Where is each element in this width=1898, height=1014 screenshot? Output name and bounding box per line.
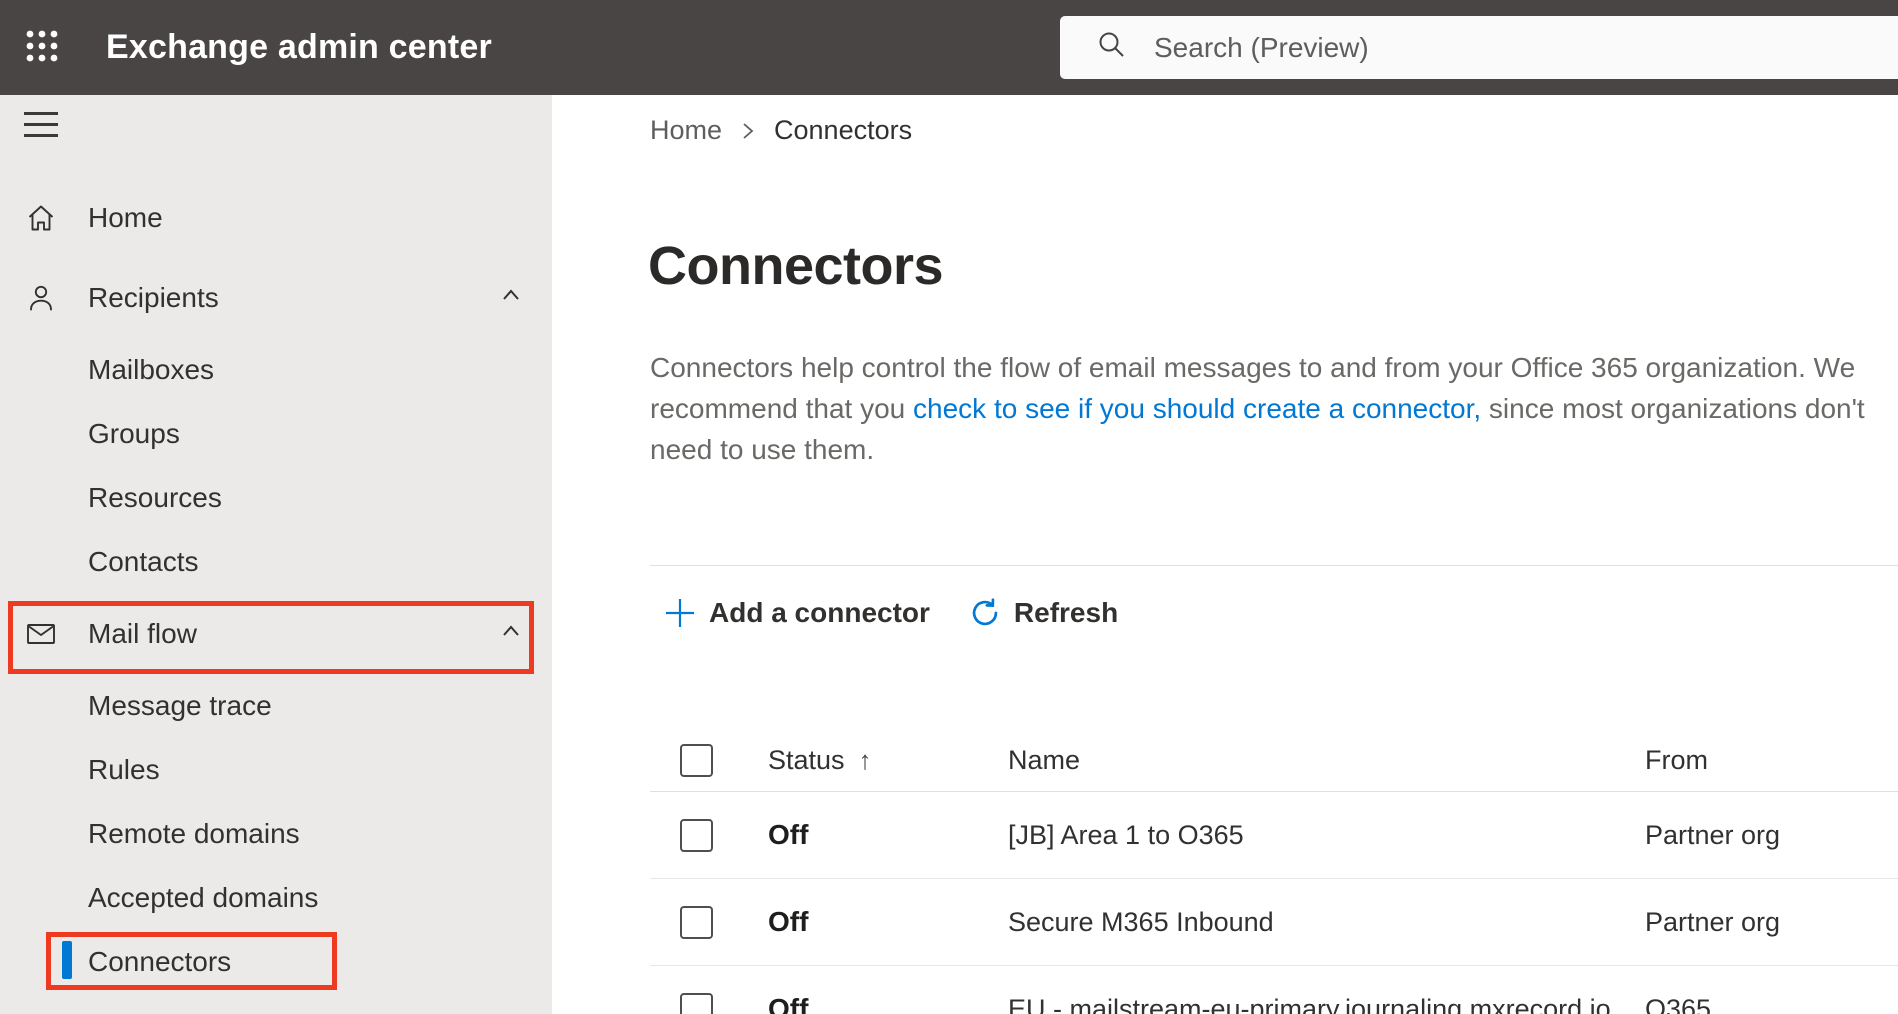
sidebar-item-message-trace[interactable]: Message trace (0, 674, 552, 738)
cell-from: O365 (1645, 993, 1712, 1014)
sort-ascending-icon: ↑ (858, 745, 872, 775)
cell-name: EU - mailstream-eu-primary.journaling.mx… (1008, 993, 1611, 1014)
sidebar-item-recipients[interactable]: Recipients (0, 266, 552, 330)
cell-name: Secure M365 Inbound (1008, 906, 1274, 937)
sidebar-nav-list: Home Recipients Mailboxes Groups Resourc… (0, 186, 552, 994)
refresh-icon (968, 596, 1002, 630)
cell-from: Partner org (1645, 819, 1781, 850)
command-bar: Add a connector Refresh (650, 585, 1118, 641)
create-connector-link[interactable]: check to see if you should create a conn… (913, 393, 1481, 424)
nav-collapse-button[interactable] (24, 112, 58, 137)
row-checkbox[interactable] (680, 818, 713, 852)
sidebar-item-connectors[interactable]: Connectors (0, 930, 552, 994)
column-header-name[interactable]: Name (1008, 745, 1645, 776)
chevron-up-icon[interactable] (498, 618, 524, 651)
home-icon (24, 201, 58, 235)
app-launcher-button[interactable] (10, 16, 74, 80)
sidebar-item-label: Remote domains (88, 818, 300, 849)
breadcrumb-home-link[interactable]: Home (650, 115, 722, 146)
cell-name: [JB] Area 1 to O365 (1008, 819, 1244, 850)
main-content: Home Connectors Connectors Connectors he… (552, 95, 1898, 1014)
plus-icon (663, 596, 697, 630)
row-checkbox[interactable] (680, 992, 713, 1014)
refresh-button[interactable]: Refresh (968, 596, 1118, 630)
add-connector-label: Add a connector (709, 597, 930, 628)
search-placeholder: Search (Preview) (1154, 31, 1369, 63)
search-input[interactable]: Search (Preview) (1060, 16, 1898, 79)
toolbar-divider (650, 565, 1898, 566)
sidebar-item-rules[interactable]: Rules (0, 738, 552, 802)
sidebar-item-label: Contacts (88, 546, 199, 577)
person-icon (24, 281, 58, 315)
sidebar-item-label: Recipients (88, 282, 219, 313)
breadcrumb: Home Connectors (650, 115, 912, 146)
table-header: Status ↑ Name From (650, 730, 1898, 792)
table-row[interactable]: Off Secure M365 Inbound Partner org (650, 879, 1898, 966)
sidebar-item-label: Mailboxes (88, 354, 215, 385)
sidebar-item-accepted-domains[interactable]: Accepted domains (0, 866, 552, 930)
sidebar-item-label: Accepted domains (88, 882, 319, 913)
envelope-icon (24, 617, 58, 651)
sidebar-item-contacts[interactable]: Contacts (0, 530, 552, 594)
cell-status: Off (768, 993, 809, 1014)
add-connector-button[interactable]: Add a connector (663, 596, 930, 630)
column-header-status[interactable]: Status (768, 745, 845, 776)
search-icon (1096, 29, 1128, 66)
sidebar-item-label: Home (88, 202, 163, 233)
sidebar-item-remote-domains[interactable]: Remote domains (0, 802, 552, 866)
sidebar-item-label: Mail flow (88, 618, 197, 649)
cell-from: Partner org (1645, 906, 1781, 937)
refresh-label: Refresh (1013, 597, 1119, 628)
cell-status: Off (768, 819, 809, 850)
column-header-from[interactable]: From (1645, 745, 1898, 776)
table-row[interactable]: Off [JB] Area 1 to O365 Partner org (650, 792, 1898, 879)
breadcrumb-current: Connectors (774, 115, 913, 145)
sidebar-item-mailboxes[interactable]: Mailboxes (0, 338, 552, 402)
sidebar-item-groups[interactable]: Groups (0, 402, 552, 466)
sidebar: Home Recipients Mailboxes Groups Resourc… (0, 95, 552, 1014)
page-description: Connectors help control the flow of emai… (650, 347, 1890, 470)
row-checkbox[interactable] (680, 905, 713, 939)
page-title: Connectors (648, 236, 944, 296)
sidebar-item-label: Rules (88, 754, 160, 785)
sidebar-item-home[interactable]: Home (0, 186, 552, 250)
selected-item-indicator (62, 941, 72, 979)
sidebar-item-label: Connectors (88, 946, 232, 977)
sidebar-item-label: Groups (88, 418, 180, 449)
cell-status: Off (768, 906, 809, 937)
top-bar: Exchange admin center Search (Preview) (0, 0, 1898, 95)
sidebar-item-mail-flow[interactable]: Mail flow (0, 602, 552, 666)
sidebar-item-resources[interactable]: Resources (0, 466, 552, 530)
waffle-icon (25, 29, 59, 66)
sidebar-item-label: Message trace (88, 690, 272, 721)
table-body: Off [JB] Area 1 to O365 Partner org Off … (552, 792, 1898, 1014)
app-title: Exchange admin center (106, 28, 492, 66)
sidebar-item-label: Resources (88, 482, 222, 513)
chevron-right-icon (740, 120, 756, 142)
select-all-checkbox[interactable] (680, 744, 713, 777)
table-row[interactable]: Off EU - mailstream-eu-primary.journalin… (650, 966, 1898, 1014)
hamburger-icon (24, 112, 58, 115)
chevron-up-icon[interactable] (498, 282, 524, 315)
